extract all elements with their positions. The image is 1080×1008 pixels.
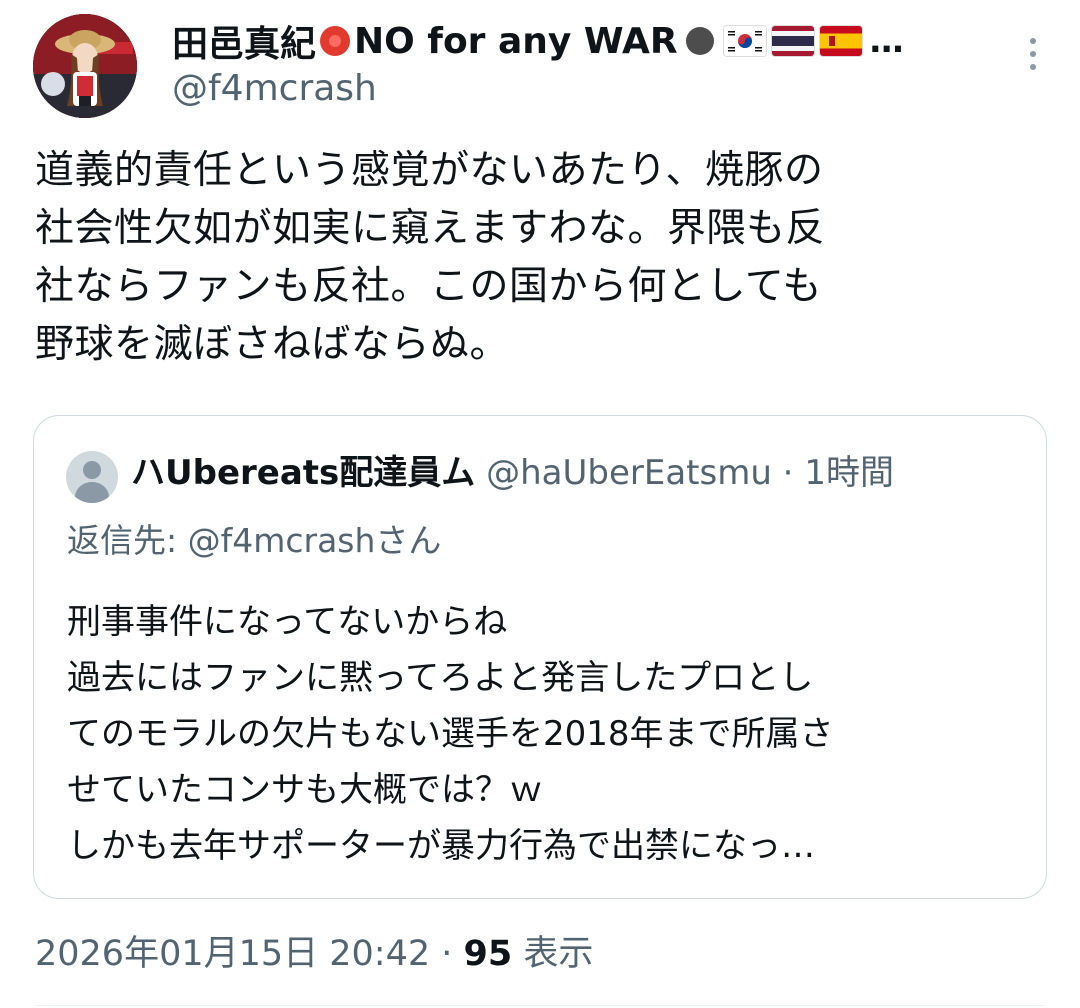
view-count: 95 [463,934,513,974]
reply-suffix: さん [375,521,442,560]
author-name-row[interactable]: 田邑真紀 NO for any WAR … [172,16,904,66]
reply-mention[interactable]: @f4mcrash [188,521,376,560]
meta-separator: · [771,453,805,493]
quoted-tweet[interactable]: ハUbereats配達員ム @haUberEatsmu · 1時間 返信先: @… [33,415,1047,899]
tweet-footer: 2026年01月15日 20:42 · 95 表示 [35,925,593,976]
reply-prefix: 返信先: [67,521,188,560]
more-options-icon[interactable] [1026,38,1040,78]
tweet-timestamp[interactable]: 2026年01月15日 20:42 [35,934,430,974]
quoted-author-avatar[interactable] [66,451,118,503]
quoted-author-handle: @haUberEatsmu [486,453,772,493]
black-circle-icon [685,27,714,55]
quoted-tweet-text: 刑事事件になってないからね 過去にはファンに黙ってろよと発言したプロとし てのモ… [67,602,834,866]
name-overflow-ellipsis: … [869,21,904,61]
quoted-tweet-header: ハUbereats配達員ム @haUberEatsmu · 1時間 [131,448,894,498]
tweet-header: 田邑真紀 NO for any WAR … @f4mcrash [0,0,1080,130]
kr-flag-icon [723,26,766,56]
author-avatar[interactable] [33,14,137,118]
reply-to-line: 返信先: @f4mcrashさん [67,514,441,562]
avatar-image [33,14,137,118]
tweet-text: 道義的責任という感覚がないあたり、焼豚の 社会性欠如が如実に窺えますわな。界隈も… [35,148,826,367]
th-flag-icon [771,26,814,56]
es-flag-icon [819,26,862,56]
author-name-suffix: NO for any WAR [354,20,678,62]
author-handle[interactable]: @f4mcrash [172,68,377,109]
author-display-name: 田邑真紀 [172,24,317,65]
view-count-label: 表示 [512,934,594,974]
quoted-author-name: ハUbereats配達員ム [131,453,476,493]
footer-separator: · [430,934,464,974]
quoted-tweet-time: 1時間 [804,453,894,493]
red-circle-icon [320,26,351,56]
divider [35,1005,1045,1006]
